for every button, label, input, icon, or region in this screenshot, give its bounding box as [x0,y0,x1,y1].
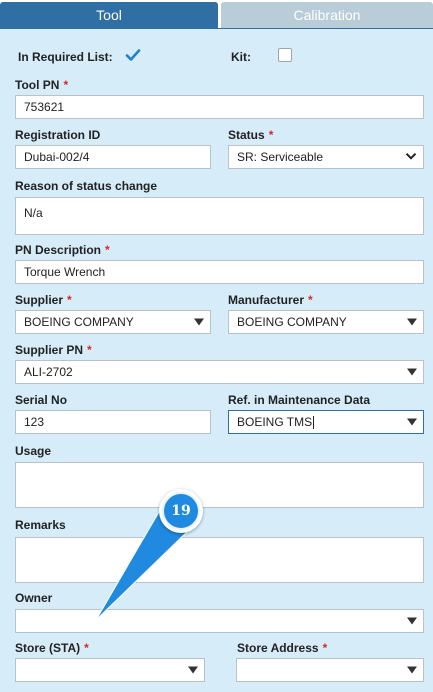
ref-maintenance-select[interactable]: BOEING TMS [228,410,424,434]
kit-label: Kit: [231,50,251,64]
ref-maintenance-value: BOEING TMS [237,415,313,429]
manufacturer-value: BOEING COMPANY [237,315,347,329]
remarks-label: Remarks [15,518,66,532]
dropdown-arrow-icon [407,368,417,376]
callout-number: 19 [162,492,200,530]
manufacturer-label: Manufacturer * [228,293,313,307]
store-sta-label: Store (STA) * [15,641,89,655]
owner-label: Owner [15,591,53,605]
reason-label: Reason of status change [15,179,158,193]
text-cursor [313,415,315,429]
supplier-pn-label: Supplier PN * [15,343,92,357]
supplier-pn-value: ALI-2702 [24,365,73,379]
status-select[interactable]: SR: Serviceable [228,145,424,169]
serial-no-label: Serial No [15,393,68,407]
tab-bar: Tool Calibration [0,0,433,28]
checkmark-icon [125,49,141,61]
reason-textarea[interactable]: N/a [15,197,424,235]
supplier-pn-select[interactable]: ALI-2702 [15,360,424,384]
dropdown-arrow-icon [407,318,417,326]
tab-calibration[interactable]: Calibration [221,2,433,28]
store-address-label: Store Address * [237,641,328,655]
kit-checkbox[interactable] [278,48,292,62]
tab-tool[interactable]: Tool [0,2,218,28]
owner-select[interactable] [15,609,424,633]
chevron-down-icon [405,152,417,160]
tool-pn-input[interactable]: 753621 [15,95,424,119]
usage-label: Usage [15,444,52,458]
in-required-list-checkbox[interactable] [125,47,141,63]
registration-id-input[interactable]: Dubai-002/4 [15,145,211,169]
supplier-value: BOEING COMPANY [24,315,134,329]
callout-badge: 19 [159,489,203,533]
dropdown-arrow-icon [407,666,417,674]
dropdown-arrow-icon [194,318,204,326]
supplier-select[interactable]: BOEING COMPANY [15,310,211,334]
registration-id-label: Registration ID [15,128,101,142]
manufacturer-select[interactable]: BOEING COMPANY [228,310,424,334]
store-address-select[interactable] [236,658,424,682]
serial-no-input[interactable]: 123 [15,410,211,434]
dropdown-arrow-icon [407,418,417,426]
pn-description-input[interactable]: Torque Wrench [15,260,424,284]
status-label: Status * [228,128,274,142]
in-required-list-label: In Required List: [18,50,113,64]
pn-description-label: PN Description * [15,243,110,257]
store-sta-select[interactable] [15,658,205,682]
dropdown-arrow-icon [188,666,198,674]
tool-pn-label: Tool PN * [15,78,69,92]
supplier-label: Supplier * [15,293,72,307]
ref-maintenance-label: Ref. in Maintenance Data [228,393,371,407]
remarks-textarea[interactable] [15,537,424,583]
dropdown-arrow-icon [407,617,417,625]
status-value: SR: Serviceable [237,150,324,164]
usage-textarea[interactable] [15,462,424,508]
